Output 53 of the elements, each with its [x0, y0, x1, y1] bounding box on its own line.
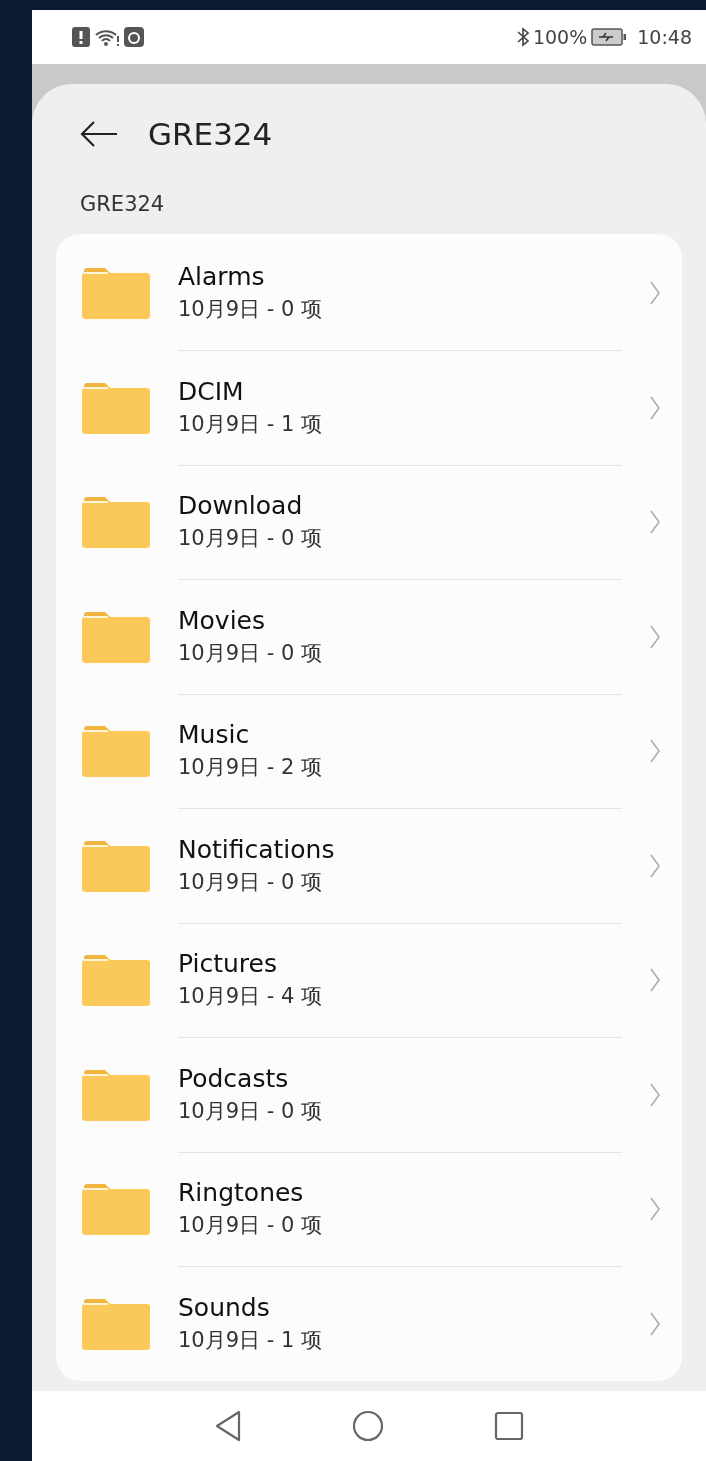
folder-meta: 10月9日 - 0 项: [178, 1212, 324, 1240]
folder-meta: 10月9日 - 0 项: [178, 1097, 324, 1125]
folder-name[interactable]: DCIM: [178, 376, 622, 406]
folder-icon: [82, 267, 150, 320]
folder-meta: 10月9日 - 1 项: [178, 410, 324, 438]
folder-name[interactable]: Podcasts: [178, 1063, 622, 1093]
folder-name[interactable]: Sounds: [178, 1293, 622, 1323]
battery-icon: [591, 28, 628, 46]
wifi-icon: [94, 27, 120, 47]
bluetooth-icon: [516, 27, 529, 47]
folder-name[interactable]: Pictures: [178, 949, 622, 979]
folder-icon: [82, 381, 150, 434]
chevron-right-icon: [650, 395, 660, 420]
section-title: GRE324: [79, 191, 166, 218]
chevron-right-icon: [650, 739, 660, 764]
folder-icon: [82, 1297, 150, 1350]
folder-icon: [82, 496, 150, 549]
chevron-right-icon: [650, 1311, 660, 1336]
folder-icon: [82, 1183, 150, 1236]
chevron-right-icon: [650, 510, 660, 535]
battery-percent: 100%: [532, 26, 588, 48]
folder-meta: 10月9日 - 0 项: [178, 639, 324, 667]
chevron-right-icon: [650, 281, 660, 306]
folder-name[interactable]: Movies: [178, 605, 622, 635]
chevron-right-icon: [650, 853, 660, 878]
home-nav-icon[interactable]: [352, 1410, 384, 1442]
clock-time: 10:48: [637, 26, 692, 48]
folder-icon: [82, 725, 150, 778]
folder-icon: [82, 954, 150, 1007]
folder-icon: [82, 610, 150, 663]
back-arrow-icon[interactable]: [80, 120, 118, 148]
folder-meta: 10月9日 - 0 项: [178, 296, 324, 324]
folder-meta: 10月9日 - 0 项: [178, 868, 324, 896]
app-icon: [124, 27, 144, 47]
folder-name[interactable]: Ringtones: [178, 1178, 622, 1208]
page-title: GRE324: [148, 116, 273, 152]
alert-icon: [72, 27, 90, 47]
folder-name[interactable]: Alarms: [178, 262, 622, 292]
folder-meta: 10月9日 - 4 项: [178, 983, 324, 1011]
chevron-right-icon: [650, 1197, 660, 1222]
folder-icon: [82, 839, 150, 892]
chevron-right-icon: [650, 968, 660, 993]
folder-name[interactable]: Download: [178, 491, 622, 521]
folder-icon: [82, 1068, 150, 1121]
chevron-right-icon: [650, 624, 660, 649]
folder-name[interactable]: Notifications: [178, 834, 622, 864]
folder-meta: 10月9日 - 1 项: [178, 1327, 324, 1355]
back-nav-icon[interactable]: [214, 1410, 242, 1442]
folder-name[interactable]: Music: [178, 720, 622, 750]
chevron-right-icon: [650, 1082, 660, 1107]
recents-nav-icon[interactable]: [494, 1411, 524, 1441]
folder-meta: 10月9日 - 2 项: [178, 754, 324, 782]
folder-meta: 10月9日 - 0 项: [178, 525, 324, 553]
